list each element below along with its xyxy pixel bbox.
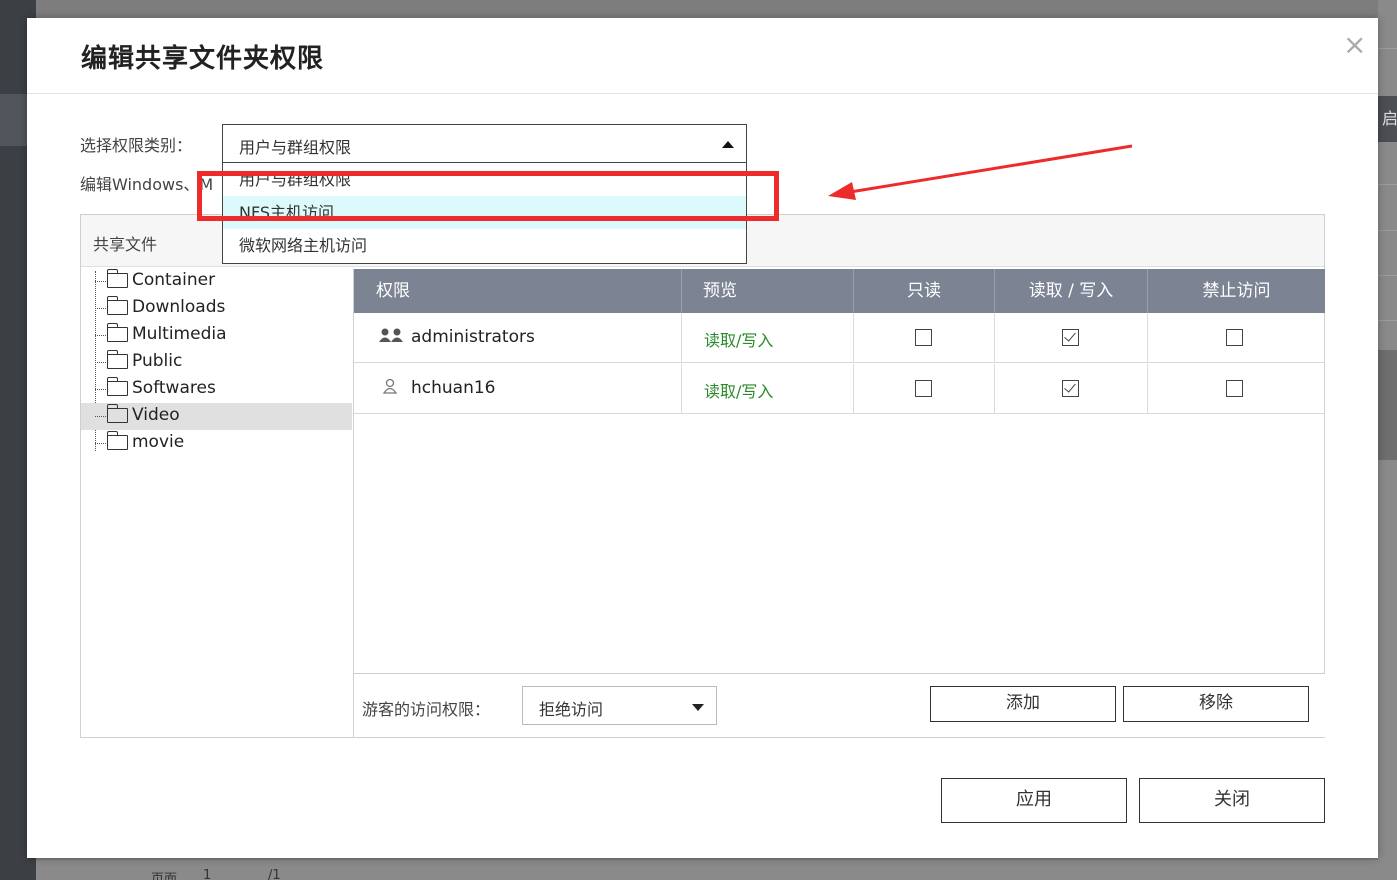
folder-item-softwares[interactable]: Softwares [81, 376, 352, 403]
deny-checkbox[interactable] [1226, 329, 1243, 346]
user-icon [382, 378, 398, 394]
read-write-checkbox[interactable] [1062, 329, 1079, 346]
folder-item-movie[interactable]: movie [81, 430, 352, 457]
column-read-only[interactable]: 只读 [854, 269, 995, 313]
row-name: administrators [411, 327, 535, 347]
background-right-tab: 启 [1378, 96, 1397, 142]
row-preview: 读取/写入 [704, 382, 774, 401]
chevron-down-icon [692, 704, 704, 711]
category-select-value: 用户与群组权限 [239, 138, 352, 157]
permissions-panel: 共享文件 Container Downloads Multimedia Publ… [80, 214, 1325, 738]
grid-toolbar: 游客的访问权限： 拒绝访问 添加 移除 [354, 673, 1325, 737]
background-divider [1378, 184, 1397, 185]
folder-icon [106, 296, 128, 315]
folder-item-public[interactable]: Public [81, 349, 352, 376]
background-pager: 页面 1 /1 [36, 860, 1378, 880]
group-icon [379, 328, 403, 342]
folder-icon [106, 323, 128, 342]
dropdown-option-microsoft-network[interactable]: 微软网络主机访问 [223, 229, 746, 262]
column-read-write[interactable]: 读取 / 写入 [995, 269, 1148, 313]
background-right-strip: 启 [1378, 0, 1397, 880]
chevron-up-icon [722, 141, 734, 148]
pager-total: /1 [268, 868, 281, 880]
panel-header-label: 共享文件 [93, 235, 158, 254]
read-only-checkbox[interactable] [915, 329, 932, 346]
table-row[interactable]: administrators 读取/写入 [354, 313, 1325, 363]
deny-checkbox[interactable] [1226, 380, 1243, 397]
edit-label: 编辑Windows、M [80, 175, 214, 194]
category-label: 选择权限类别： [80, 136, 193, 155]
background-block [1378, 350, 1397, 460]
dialog-header: 编辑共享文件夹权限 × [27, 18, 1378, 94]
close-button[interactable]: 关闭 [1139, 778, 1325, 823]
folder-icon [106, 404, 128, 423]
pager-current: 1 [203, 868, 212, 880]
background-divider [1378, 48, 1397, 49]
permissions-grid: 权限 预览 只读 读取 / 写入 禁止访问 administrators 读取/… [353, 269, 1325, 737]
table-row[interactable]: hchuan16 读取/写入 [354, 364, 1325, 414]
close-icon[interactable]: × [1343, 28, 1366, 61]
remove-button[interactable]: 移除 [1123, 686, 1309, 722]
grid-header: 权限 预览 只读 读取 / 写入 禁止访问 [354, 269, 1325, 313]
add-button[interactable]: 添加 [930, 686, 1116, 722]
folder-tree: Container Downloads Multimedia Public So… [81, 268, 352, 737]
row-preview: 读取/写入 [704, 331, 774, 350]
column-preview[interactable]: 预览 [682, 269, 854, 313]
background-divider [1378, 230, 1397, 231]
folder-icon [106, 269, 128, 288]
guest-access-value: 拒绝访问 [539, 700, 604, 719]
row-name: hchuan16 [411, 378, 496, 398]
read-write-checkbox[interactable] [1062, 380, 1079, 397]
annotation-arrow-icon [828, 144, 1133, 200]
apply-button[interactable]: 应用 [941, 778, 1127, 823]
folder-item-video[interactable]: Video [81, 403, 352, 430]
pager-label: 页面 [151, 872, 178, 880]
category-select[interactable]: 用户与群组权限 [222, 124, 747, 163]
guest-access-select[interactable]: 拒绝访问 [522, 686, 717, 725]
background-divider [1378, 275, 1397, 276]
folder-item-downloads[interactable]: Downloads [81, 295, 352, 322]
dialog-title: 编辑共享文件夹权限 [81, 44, 325, 74]
folder-icon [106, 350, 128, 369]
folder-item-multimedia[interactable]: Multimedia [81, 322, 352, 349]
edit-permissions-dialog: 编辑共享文件夹权限 × 选择权限类别： 用户与群组权限 编辑Windows、M … [27, 18, 1378, 858]
column-deny[interactable]: 禁止访问 [1148, 269, 1325, 313]
column-permission[interactable]: 权限 [354, 269, 682, 313]
annotation-highlight-box [197, 171, 779, 221]
folder-item-container[interactable]: Container [81, 268, 352, 295]
background-divider [1378, 320, 1397, 321]
folder-icon [106, 377, 128, 396]
read-only-checkbox[interactable] [915, 380, 932, 397]
folder-icon [106, 431, 128, 450]
guest-access-label: 游客的访问权限： [362, 700, 491, 719]
